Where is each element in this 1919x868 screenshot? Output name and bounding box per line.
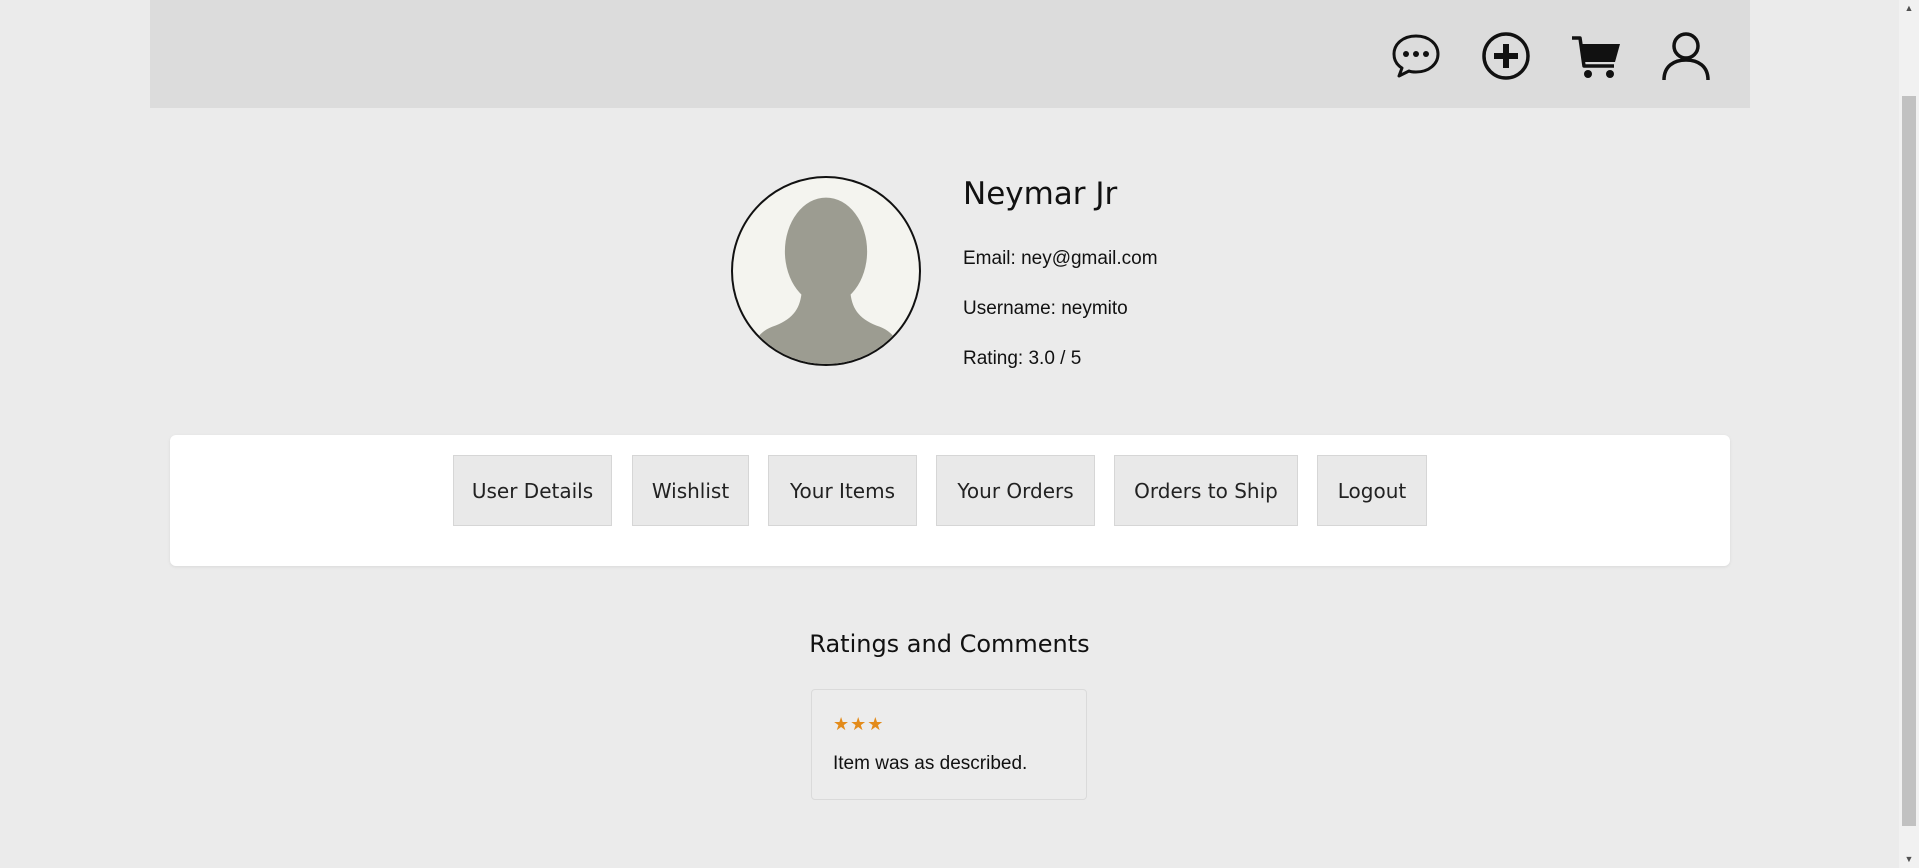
scroll-down-icon[interactable]: ▼ bbox=[1899, 851, 1919, 868]
star-rating-icon: ★★★ bbox=[833, 714, 885, 734]
profile-tabs-card: User Details Wishlist Your Items Your Or… bbox=[170, 435, 1730, 566]
vertical-scrollbar[interactable]: ▲ ▼ bbox=[1899, 0, 1919, 868]
scroll-up-icon[interactable]: ▲ bbox=[1899, 0, 1919, 17]
cart-icon[interactable] bbox=[1570, 30, 1622, 82]
tab-your-orders[interactable]: Your Orders bbox=[936, 455, 1095, 526]
tab-user-details[interactable]: User Details bbox=[453, 455, 612, 526]
tab-your-items[interactable]: Your Items bbox=[768, 455, 917, 526]
tab-wishlist[interactable]: Wishlist bbox=[632, 455, 749, 526]
tab-orders-to-ship[interactable]: Orders to Ship bbox=[1114, 455, 1298, 526]
profile-name: Neymar Jr bbox=[963, 176, 1118, 212]
comment-text: Item was as described. bbox=[833, 753, 1028, 774]
avatar-silhouette-icon bbox=[748, 197, 904, 364]
profile-rating: Rating: 3.0 / 5 bbox=[963, 348, 1082, 369]
user-icon[interactable] bbox=[1660, 30, 1712, 82]
top-navigation-bar bbox=[150, 0, 1750, 108]
profile-email: Email: ney@gmail.com bbox=[963, 248, 1158, 269]
chat-icon[interactable] bbox=[1390, 30, 1442, 82]
ratings-section-title: Ratings and Comments bbox=[809, 630, 1090, 658]
profile-username: Username: neymito bbox=[963, 298, 1128, 319]
add-icon[interactable] bbox=[1480, 30, 1532, 82]
avatar bbox=[731, 176, 921, 366]
scrollbar-thumb[interactable] bbox=[1902, 96, 1916, 826]
tab-logout[interactable]: Logout bbox=[1317, 455, 1427, 526]
comment-card: ★★★ Item was as described. bbox=[811, 689, 1087, 800]
